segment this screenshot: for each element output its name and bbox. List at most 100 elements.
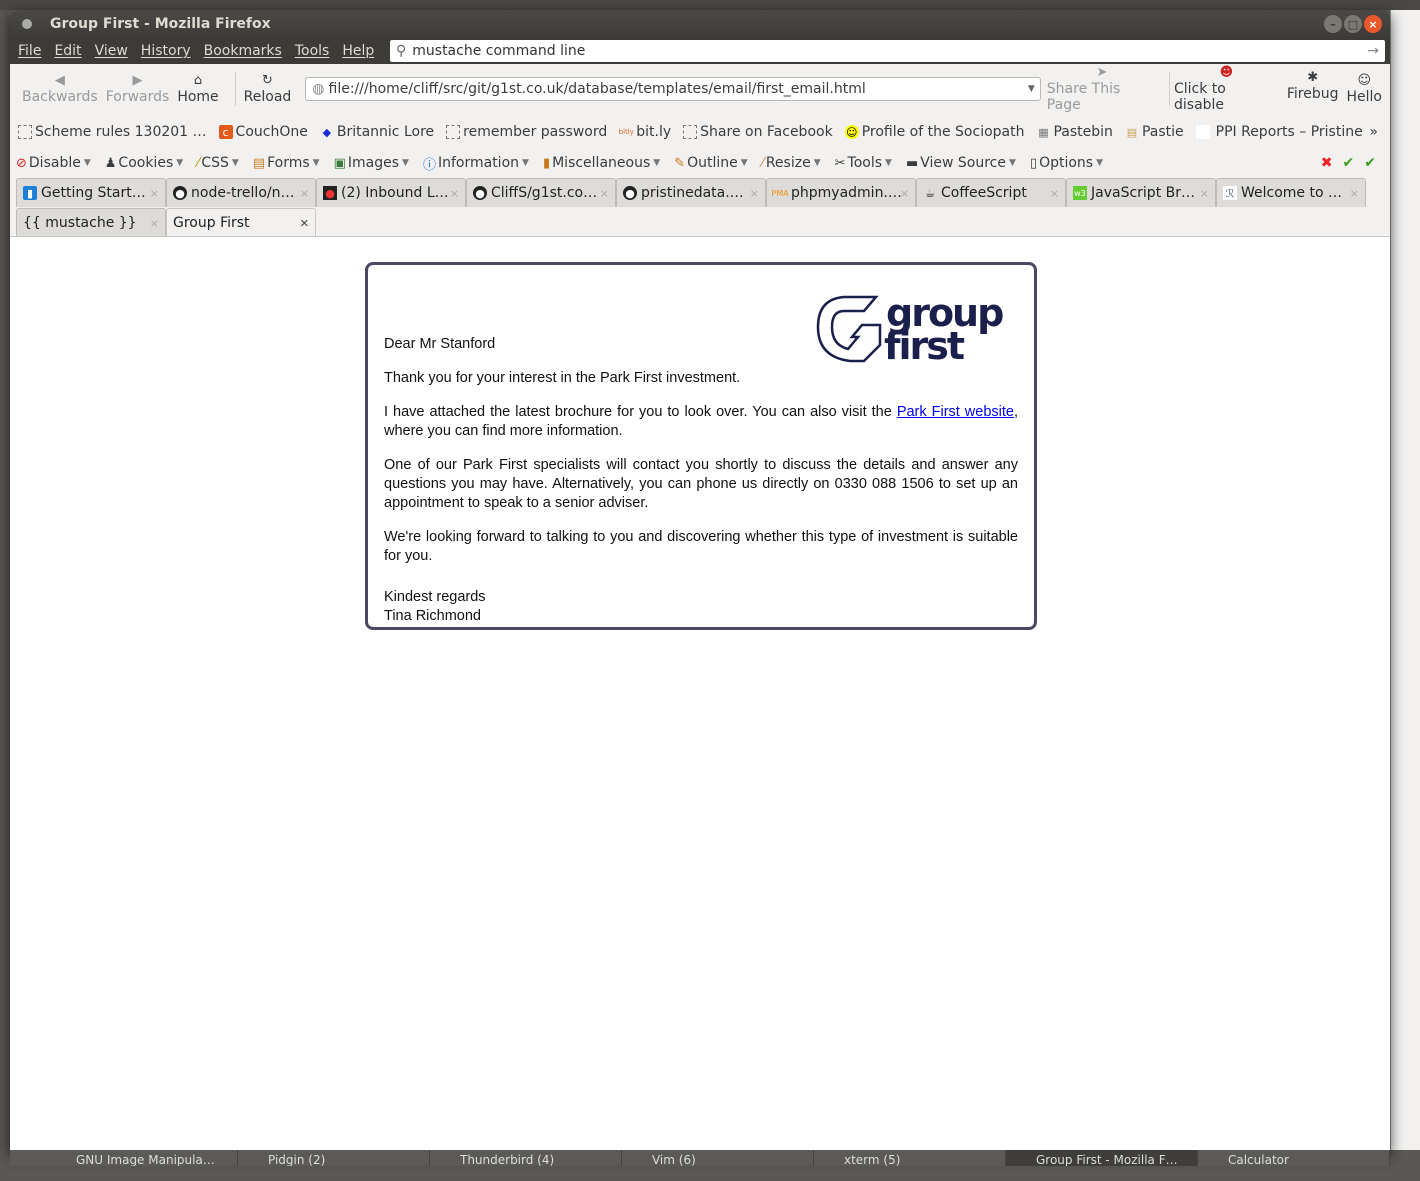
reload-icon: ↻ bbox=[262, 73, 273, 88]
firebug-button[interactable]: ✱ Firebug bbox=[1287, 70, 1339, 102]
taskbar-item[interactable]: Thunderbird (4) bbox=[430, 1150, 622, 1166]
close-tab-icon[interactable]: × bbox=[300, 187, 309, 200]
dev-label: CSS bbox=[201, 155, 229, 171]
bookmarks-overflow-chevron-icon[interactable]: » bbox=[1369, 124, 1378, 140]
menu-bookmarks[interactable]: Bookmarks bbox=[204, 43, 282, 59]
home-button[interactable]: ⌂ Home bbox=[177, 73, 218, 105]
close-window-button[interactable]: × bbox=[1364, 15, 1382, 33]
close-tab-icon[interactable]: × bbox=[1350, 187, 1359, 200]
bookmark-britannic-lore[interactable]: ◆ Britannic Lore bbox=[320, 124, 435, 140]
menu-bar: File Edit View History Bookmarks Tools H… bbox=[10, 38, 1390, 64]
dev-images[interactable]: ▣ Images ▼ bbox=[334, 155, 409, 171]
menu-file[interactable]: File bbox=[18, 43, 41, 59]
tab-cliffs-g1st[interactable]: ● CliffS/g1st.co… × bbox=[466, 178, 616, 207]
tab-group-first[interactable]: Group First ✕ bbox=[166, 208, 316, 237]
share-button[interactable]: ➤ Share This Page bbox=[1047, 65, 1157, 113]
close-tab-icon[interactable]: × bbox=[750, 187, 759, 200]
maximize-button[interactable]: □ bbox=[1344, 15, 1362, 33]
back-button[interactable]: ◀ Backwards bbox=[22, 73, 98, 105]
tab-node-trello[interactable]: ● node-trello/n… × bbox=[166, 178, 316, 207]
dev-miscellaneous[interactable]: ▮ Miscellaneous ▼ bbox=[543, 155, 660, 171]
close-tab-icon[interactable]: ✕ bbox=[300, 217, 309, 230]
menu-history[interactable]: History bbox=[141, 43, 191, 59]
taskbar-item[interactable]: Calculator bbox=[1198, 1150, 1390, 1166]
tab-phpmyadmin[interactable]: PMA phpmyadmin.… × bbox=[766, 178, 916, 207]
url-dropdown-icon[interactable]: ▼ bbox=[1028, 84, 1035, 94]
ruler-icon: ⁄ bbox=[761, 155, 764, 171]
bookmark-pastie[interactable]: ▤ Pastie bbox=[1125, 124, 1184, 140]
taskbar-item[interactable]: Group First - Mozilla F… bbox=[1005, 1150, 1198, 1166]
forward-button[interactable]: ▶ Forwards bbox=[106, 73, 170, 105]
click-to-disable-button[interactable]: ☻ Click to disable bbox=[1174, 65, 1279, 113]
url-bar[interactable]: ◍ file:///home/cliff/src/git/g1st.co.uk/… bbox=[305, 77, 1041, 101]
dev-information[interactable]: ⓘ Information ▼ bbox=[423, 154, 529, 173]
svg-text:first: first bbox=[884, 324, 965, 363]
dev-view-source[interactable]: ▬ View Source ▼ bbox=[906, 155, 1016, 171]
bookmark-pastebin[interactable]: ▦ Pastebin bbox=[1036, 124, 1113, 140]
caret-icon: ▼ bbox=[740, 158, 748, 168]
forward-label: Forwards bbox=[105, 89, 170, 105]
dev-outline[interactable]: ✎ Outline ▼ bbox=[674, 155, 747, 171]
dev-tools[interactable]: ✂ Tools ▼ bbox=[835, 155, 892, 171]
error-status-icon[interactable]: ✖ bbox=[1321, 155, 1333, 171]
close-tab-icon[interactable]: × bbox=[600, 187, 609, 200]
bookmark-label: Britannic Lore bbox=[336, 124, 435, 140]
dev-disable[interactable]: ⊘ Disable ▼ bbox=[16, 155, 91, 171]
home-label: Home bbox=[177, 89, 219, 105]
dev-cookies[interactable]: ♟ Cookies ▼ bbox=[105, 155, 183, 171]
css-valid-check-icon[interactable]: ✔ bbox=[1343, 155, 1355, 171]
taskbar-item[interactable]: xterm (5) bbox=[814, 1150, 1006, 1166]
tab-label: CliffS/g1st.co… bbox=[491, 185, 598, 201]
minimize-button[interactable]: – bbox=[1324, 15, 1342, 33]
group-first-logo: group first bbox=[816, 293, 1005, 363]
taskbar-item[interactable]: Pidgin (2) bbox=[238, 1150, 430, 1166]
tab-pristinedata[interactable]: ● pristinedata.… × bbox=[616, 178, 766, 207]
tab-mustache[interactable]: {{ mustache }} × bbox=[16, 208, 166, 237]
search-input[interactable]: ⚲ mustache command line → bbox=[390, 40, 1385, 62]
pastebin-icon: ▦ bbox=[1038, 125, 1049, 139]
dev-resize[interactable]: ⁄ Resize ▼ bbox=[762, 155, 821, 171]
bookmark-ppi-reports[interactable]: PPI Reports – Pristine bbox=[1195, 124, 1363, 140]
html-valid-check-icon[interactable]: ✔ bbox=[1364, 155, 1376, 171]
close-tab-icon[interactable]: × bbox=[900, 187, 909, 200]
go-arrow-icon[interactable]: → bbox=[1367, 43, 1379, 59]
menu-tools[interactable]: Tools bbox=[295, 43, 330, 59]
window-menu-icon[interactable] bbox=[22, 19, 32, 29]
bookmark-scheme-rules[interactable]: Scheme rules 130201 … bbox=[18, 124, 207, 140]
dev-css[interactable]: ⁄ CSS ▼ bbox=[197, 155, 239, 171]
close-tab-icon[interactable]: × bbox=[450, 187, 459, 200]
taskbar-item[interactable]: Vim (6) bbox=[622, 1150, 814, 1166]
bookmark-share-facebook[interactable]: Share on Facebook bbox=[683, 124, 833, 140]
disable-icon: ⊘ bbox=[16, 155, 27, 171]
tab-label: Group First bbox=[173, 215, 250, 231]
bookmark-label: Scheme rules 130201 … bbox=[35, 124, 207, 140]
menu-view[interactable]: View bbox=[95, 43, 128, 59]
reload-button[interactable]: ↻ Reload bbox=[244, 73, 292, 105]
paragraph-4: We're looking forward to talking to you … bbox=[384, 529, 1018, 564]
dev-label: Resize bbox=[765, 155, 811, 171]
taskbar-item[interactable]: GNU Image Manipula… bbox=[46, 1150, 238, 1166]
tab-trello[interactable]: ▮ Getting Start… × bbox=[16, 178, 166, 207]
tab-welcome[interactable]: ℛ Welcome to … × bbox=[1216, 178, 1366, 207]
dev-label: Options bbox=[1039, 155, 1094, 171]
menu-edit[interactable]: Edit bbox=[54, 43, 81, 59]
hello-button[interactable]: ☺ Hello bbox=[1346, 73, 1382, 105]
close-tab-icon[interactable]: × bbox=[1050, 187, 1059, 200]
menu-help[interactable]: Help bbox=[342, 43, 374, 59]
close-tab-icon[interactable]: × bbox=[150, 187, 159, 200]
tab-coffeescript[interactable]: ☕ CoffeeScript × bbox=[916, 178, 1066, 207]
dev-forms[interactable]: ▤ Forms ▼ bbox=[253, 155, 320, 171]
close-tab-icon[interactable]: × bbox=[1200, 187, 1209, 200]
bookmark-remember-password[interactable]: remember password bbox=[446, 124, 607, 140]
bookmark-bitly[interactable]: bitly bit.ly bbox=[619, 124, 672, 140]
bookmark-profile-sociopath[interactable]: ☺ Profile of the Sociopath bbox=[844, 124, 1024, 140]
dev-options[interactable]: ▯ Options ▼ bbox=[1030, 155, 1103, 171]
park-first-website-link[interactable]: Park First website bbox=[897, 404, 1014, 420]
tab-inbound[interactable]: ● (2) Inbound L… × bbox=[316, 178, 466, 207]
tab-javascript[interactable]: w3 JavaScript Br… × bbox=[1066, 178, 1216, 207]
close-tab-icon[interactable]: × bbox=[150, 217, 159, 230]
paragraph-3: One of our Park First specialists will c… bbox=[384, 457, 1018, 511]
background-window bbox=[1390, 10, 1420, 1150]
bookmark-couchone[interactable]: c CouchOne bbox=[218, 124, 308, 140]
misc-icon: ▮ bbox=[542, 155, 551, 171]
